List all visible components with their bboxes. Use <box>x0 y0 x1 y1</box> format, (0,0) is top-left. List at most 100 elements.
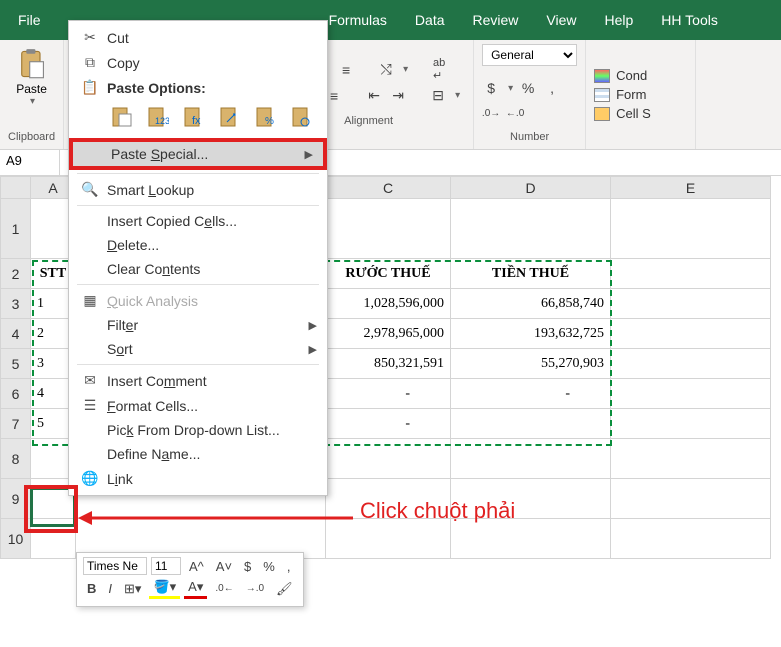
cell[interactable]: 55,270,903 <box>451 349 611 379</box>
cell-header-tienthue[interactable]: TIỀN THUẾ <box>451 259 611 289</box>
tab-hhtools[interactable]: HH Tools <box>647 2 732 38</box>
mini-italic[interactable]: I <box>104 580 116 597</box>
row-head[interactable]: 9 <box>1 479 31 519</box>
currency-icon[interactable]: $ <box>482 79 500 97</box>
format-cells-icon: ☰ <box>79 397 101 414</box>
tab-view[interactable]: View <box>532 2 590 38</box>
tab-data[interactable]: Data <box>401 2 459 38</box>
mini-borders-icon[interactable]: ⊞▾ <box>120 580 145 598</box>
mini-font-color-icon[interactable]: A▾ <box>184 578 207 599</box>
mini-format-painter-icon[interactable]: 🖌 <box>272 580 297 598</box>
cell[interactable]: 193,632,725 <box>451 319 611 349</box>
row-head[interactable]: 4 <box>1 319 31 349</box>
search-icon: 🔍 <box>79 181 101 198</box>
select-all-corner[interactable] <box>1 177 31 199</box>
row-head[interactable]: 1 <box>1 199 31 259</box>
inc-decimal-icon[interactable]: .0→ <box>482 104 500 122</box>
cell[interactable]: 850,321,591 <box>326 349 451 379</box>
submenu-arrow-icon: ▶ <box>309 343 317 356</box>
inc-indent-icon[interactable]: ⇥ <box>389 87 407 105</box>
cell[interactable]: 2,978,965,000 <box>326 319 451 349</box>
mini-fill-color-icon[interactable]: 🪣▾ <box>149 578 180 599</box>
ctx-copy[interactable]: ⧉Copy <box>69 50 327 75</box>
row-head[interactable]: 10 <box>1 519 31 559</box>
ctx-clear-contents[interactable]: Clear Contents <box>69 257 327 281</box>
row-head[interactable]: 8 <box>1 439 31 479</box>
conditional-formatting[interactable]: Cond <box>594 66 687 85</box>
ctx-delete[interactable]: Delete... <box>69 233 327 257</box>
ctx-smart-lookup[interactable]: 🔍Smart Lookup <box>69 177 327 202</box>
merge-icon[interactable]: ⊟ <box>429 87 447 105</box>
col-head-c[interactable]: C <box>326 177 451 199</box>
mini-dec-decimal-icon[interactable]: .0← <box>211 582 237 595</box>
comma-icon[interactable]: , <box>543 79 561 97</box>
group-number-label: Number <box>482 129 577 145</box>
mini-comma-icon[interactable]: , <box>283 558 295 575</box>
group-styles: Cond Form Cell S <box>586 40 696 149</box>
paste-opt-formatting[interactable]: % <box>251 102 281 132</box>
row-head[interactable]: 6 <box>1 379 31 409</box>
ctx-sort[interactable]: Sort▶ <box>69 337 327 361</box>
ctx-pick-list[interactable]: Pick From Drop-down List... <box>69 418 327 442</box>
mini-font-size[interactable] <box>151 557 181 575</box>
mini-percent-icon[interactable]: % <box>259 558 279 575</box>
paste-opt-values[interactable]: 123 <box>143 102 173 132</box>
svg-text:%: % <box>265 116 274 127</box>
name-box[interactable]: A9 <box>0 150 60 175</box>
submenu-arrow-icon: ▶ <box>305 148 313 161</box>
clipboard-icon: 📋 <box>79 79 101 96</box>
align-bot-icon[interactable]: ≡ <box>337 61 355 79</box>
paste-opt-formulas[interactable]: fx <box>179 102 209 132</box>
mini-font-name[interactable] <box>83 557 147 575</box>
cell-styles[interactable]: Cell S <box>594 104 687 123</box>
col-head-e[interactable]: E <box>611 177 771 199</box>
mini-bold[interactable]: B <box>83 580 100 597</box>
row-head[interactable]: 3 <box>1 289 31 319</box>
cell[interactable]: - <box>326 379 451 409</box>
ctx-format-cells[interactable]: ☰Format Cells... <box>69 393 327 418</box>
wrap-text-icon[interactable]: ab↵ <box>430 61 448 79</box>
paste-opt-all[interactable] <box>107 102 137 132</box>
paste-options-row: 123 fx % <box>69 100 327 138</box>
mini-toolbar: A^ A˅ $ % , B I ⊞▾ 🪣▾ A▾ .0← →.0 🖌 <box>76 552 304 607</box>
dec-indent-icon[interactable]: ⇤ <box>365 87 383 105</box>
tab-help[interactable]: Help <box>591 2 648 38</box>
cell-header-truocthue[interactable]: RƯỚC THUẾ <box>326 259 451 289</box>
number-format-select[interactable]: General <box>482 44 577 66</box>
ctx-insert-copied[interactable]: Insert Copied Cells... <box>69 209 327 233</box>
orientation-icon[interactable]: ⤭ <box>377 61 395 79</box>
cell[interactable] <box>451 409 611 439</box>
group-clipboard-label: Clipboard <box>8 129 55 145</box>
row-head[interactable]: 5 <box>1 349 31 379</box>
tab-review[interactable]: Review <box>459 2 533 38</box>
ctx-insert-comment[interactable]: ✉Insert Comment <box>69 368 327 393</box>
cell[interactable]: 66,858,740 <box>451 289 611 319</box>
mini-grow-font[interactable]: A^ <box>185 558 208 575</box>
copy-icon: ⧉ <box>79 54 101 71</box>
context-menu: ✂Cut ⧉Copy 📋Paste Options: 123 fx % Past… <box>68 20 328 496</box>
mini-shrink-font[interactable]: A˅ <box>212 558 236 575</box>
tab-file[interactable]: File <box>4 2 55 38</box>
ctx-define-name[interactable]: Define Name... <box>69 442 327 466</box>
cell[interactable]: - <box>326 409 451 439</box>
mini-inc-decimal-icon[interactable]: →.0 <box>242 582 268 595</box>
ctx-cut[interactable]: ✂Cut <box>69 25 327 50</box>
percent-icon[interactable]: % <box>519 79 537 97</box>
col-head-d[interactable]: D <box>451 177 611 199</box>
row-head[interactable]: 2 <box>1 259 31 289</box>
row-head[interactable]: 7 <box>1 409 31 439</box>
paste-opt-link[interactable] <box>287 102 317 132</box>
ctx-paste-special[interactable]: Paste Special...▶ <box>69 138 327 170</box>
ctx-paste-options-header: 📋Paste Options: <box>69 75 327 100</box>
paste-opt-transpose[interactable] <box>215 102 245 132</box>
paste-button[interactable]: Paste ▾ <box>8 44 55 111</box>
link-icon: 🌐 <box>79 470 101 487</box>
group-number: General $▾ % , .0→ ←.0 Number <box>474 40 586 149</box>
cell[interactable]: - <box>451 379 611 409</box>
dec-decimal-icon[interactable]: ←.0 <box>506 104 524 122</box>
ctx-filter[interactable]: Filter▶ <box>69 313 327 337</box>
cell[interactable]: 1,028,596,000 <box>326 289 451 319</box>
mini-currency-icon[interactable]: $ <box>240 558 255 575</box>
ctx-link[interactable]: 🌐Link <box>69 466 327 491</box>
format-as-table[interactable]: Form <box>594 85 687 104</box>
